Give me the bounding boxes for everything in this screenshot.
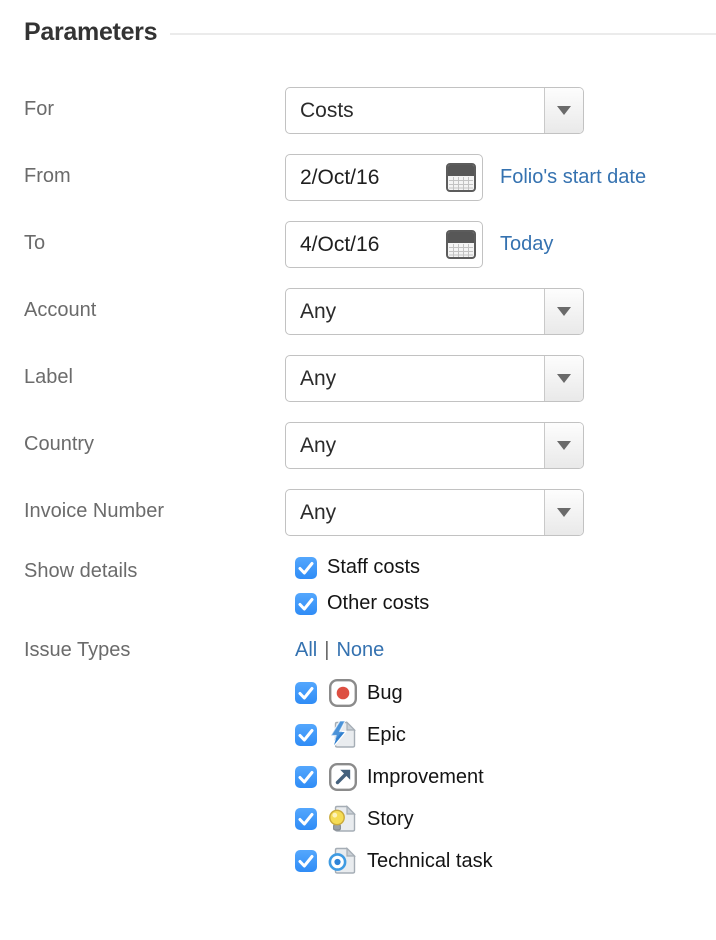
checkmark-icon <box>295 808 317 830</box>
to-date-field[interactable] <box>285 221 483 268</box>
country-select-value: Any <box>286 423 544 468</box>
story-checkbox[interactable] <box>295 808 317 830</box>
from-date-input[interactable] <box>286 166 436 190</box>
row-account: Account Any <box>0 288 716 335</box>
bug-label[interactable]: Bug <box>367 682 403 705</box>
label-select-arrow-button[interactable] <box>544 356 583 401</box>
issue-types-label: Issue Types <box>24 631 285 662</box>
other-costs-option: Other costs <box>295 592 429 615</box>
story-icon <box>328 804 358 834</box>
chevron-down-icon <box>557 374 571 383</box>
story-label[interactable]: Story <box>367 808 414 831</box>
link-separator: | <box>324 639 329 661</box>
to-date-input[interactable] <box>286 233 436 257</box>
technical-task-icon <box>328 846 358 876</box>
issue-type-story: Story <box>295 804 493 834</box>
folio-start-date-link[interactable]: Folio's start date <box>500 154 646 201</box>
staff-costs-label[interactable]: Staff costs <box>327 556 420 579</box>
country-select-arrow-button[interactable] <box>544 423 583 468</box>
staff-costs-checkbox[interactable] <box>295 557 317 579</box>
chevron-down-icon <box>557 307 571 316</box>
label-select-value: Any <box>286 356 544 401</box>
epic-label[interactable]: Epic <box>367 724 406 747</box>
for-select-arrow-button[interactable] <box>544 88 583 133</box>
row-country: Country Any <box>0 422 716 469</box>
issue-types-bulk-links: All | None <box>295 631 493 662</box>
invoice-number-label: Invoice Number <box>24 489 285 523</box>
account-select-arrow-button[interactable] <box>544 289 583 334</box>
to-label: To <box>24 221 285 255</box>
checkmark-icon <box>295 766 317 788</box>
issue-type-improvement: Improvement <box>295 762 493 792</box>
improvement-checkbox[interactable] <box>295 766 317 788</box>
country-label: Country <box>24 422 285 456</box>
issue-type-bug: Bug <box>295 678 493 708</box>
bug-checkbox[interactable] <box>295 682 317 704</box>
checkmark-icon <box>295 557 317 579</box>
checkmark-icon <box>295 682 317 704</box>
heading-divider <box>170 33 716 35</box>
row-to: To Today <box>0 221 716 268</box>
for-select[interactable]: Costs <box>285 87 584 134</box>
account-label: Account <box>24 288 285 322</box>
parameters-panel: Parameters For Costs From Folio's start … <box>0 0 716 876</box>
select-none-link[interactable]: None <box>336 639 384 661</box>
label-select[interactable]: Any <box>285 355 584 402</box>
from-date-field[interactable] <box>285 154 483 201</box>
row-issue-types: Issue Types All | None Bug <box>0 631 716 876</box>
bug-icon <box>328 678 358 708</box>
issue-type-technical-task: Technical task <box>295 846 493 876</box>
select-all-link[interactable]: All <box>295 639 317 661</box>
row-invoice-number: Invoice Number Any <box>0 489 716 536</box>
checkmark-icon <box>295 724 317 746</box>
calendar-icon[interactable] <box>446 163 476 192</box>
issue-type-epic: Epic <box>295 720 493 750</box>
technical-task-label[interactable]: Technical task <box>367 850 493 873</box>
row-for: For Costs <box>0 87 716 134</box>
staff-costs-option: Staff costs <box>295 556 429 579</box>
other-costs-label[interactable]: Other costs <box>327 592 429 615</box>
chevron-down-icon <box>557 441 571 450</box>
for-select-value: Costs <box>286 88 544 133</box>
epic-icon <box>328 720 358 750</box>
improvement-icon <box>328 762 358 792</box>
row-show-details: Show details Staff costs Other costs <box>0 556 716 615</box>
invoice-number-select-arrow-button[interactable] <box>544 490 583 535</box>
show-details-label: Show details <box>24 556 285 583</box>
technical-task-checkbox[interactable] <box>295 850 317 872</box>
checkmark-icon <box>295 850 317 872</box>
chevron-down-icon <box>557 106 571 115</box>
account-select-value: Any <box>286 289 544 334</box>
invoice-number-select-value: Any <box>286 490 544 535</box>
improvement-label[interactable]: Improvement <box>367 766 484 789</box>
row-from: From Folio's start date <box>0 154 716 201</box>
calendar-icon[interactable] <box>446 230 476 259</box>
label-label: Label <box>24 355 285 389</box>
today-link[interactable]: Today <box>500 221 553 268</box>
for-label: For <box>24 87 285 121</box>
chevron-down-icon <box>557 508 571 517</box>
row-label: Label Any <box>0 355 716 402</box>
page-title: Parameters <box>24 18 157 47</box>
account-select[interactable]: Any <box>285 288 584 335</box>
invoice-number-select[interactable]: Any <box>285 489 584 536</box>
epic-checkbox[interactable] <box>295 724 317 746</box>
from-label: From <box>24 154 285 188</box>
section-header: Parameters <box>0 18 716 47</box>
other-costs-checkbox[interactable] <box>295 593 317 615</box>
country-select[interactable]: Any <box>285 422 584 469</box>
checkmark-icon <box>295 593 317 615</box>
